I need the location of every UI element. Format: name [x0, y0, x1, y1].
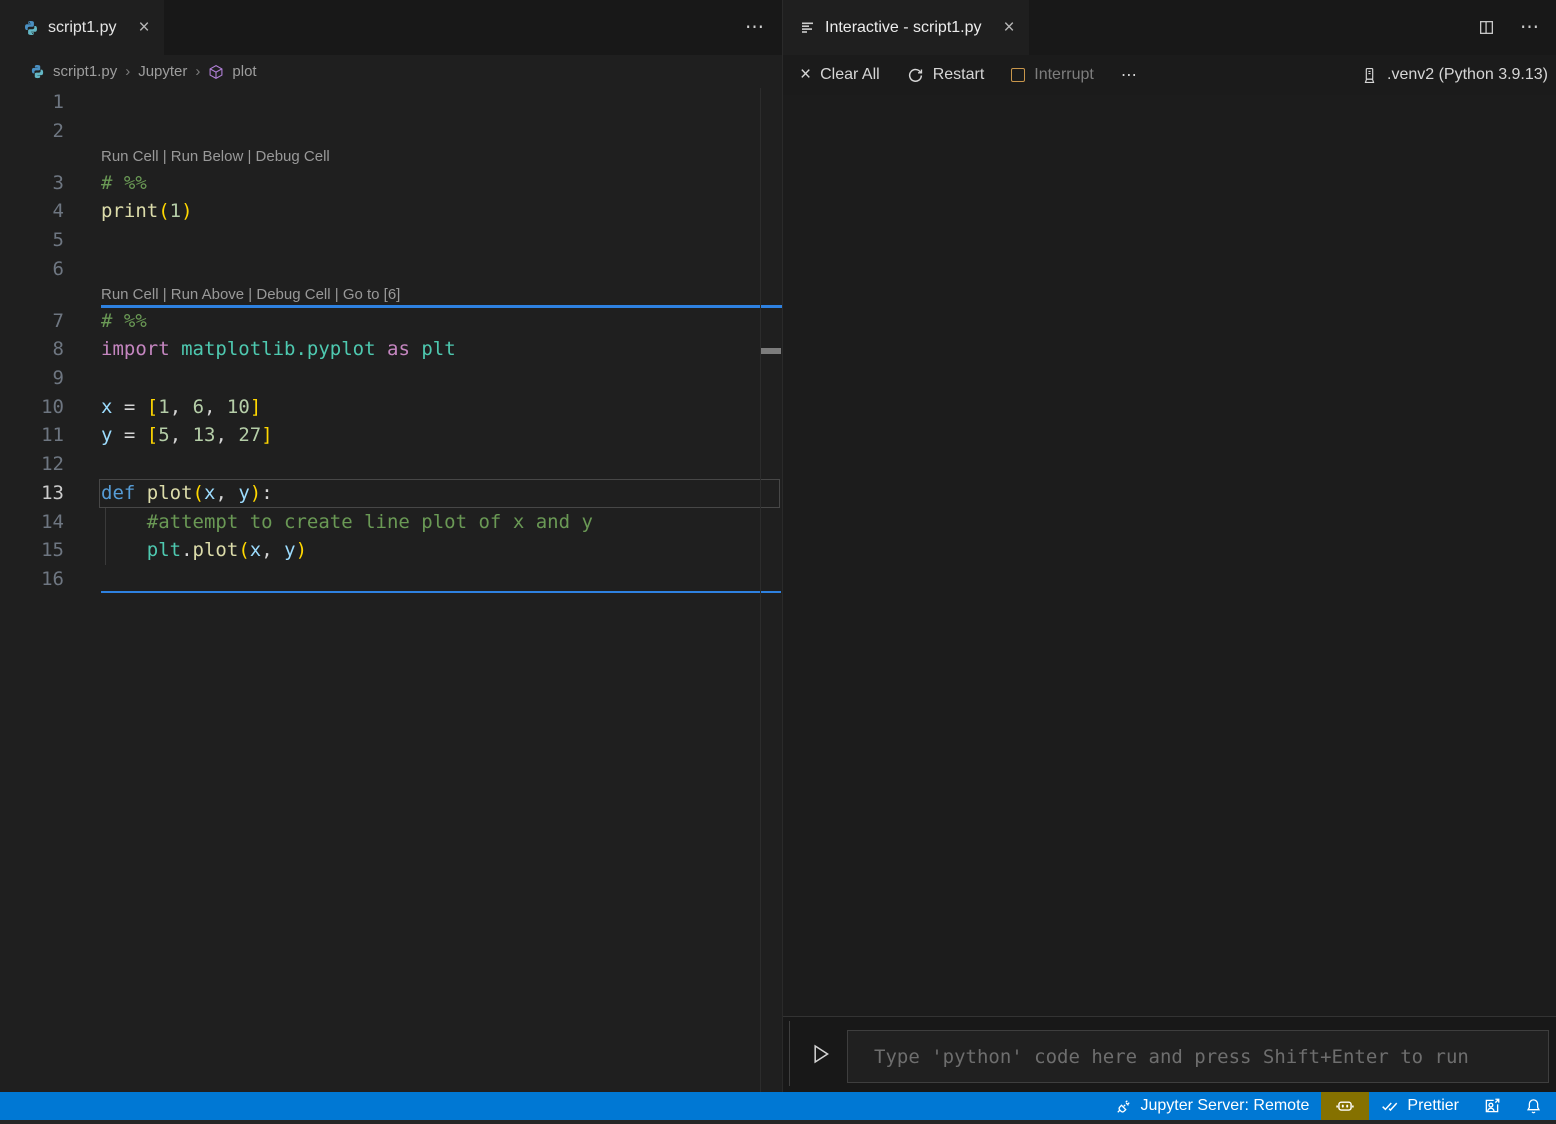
- restart-button[interactable]: Restart: [907, 66, 985, 84]
- code-line[interactable]: 10 x = [1, 6, 10]: [0, 393, 782, 422]
- right-tab-bar: Interactive - script1.py × ⋯: [783, 0, 1556, 55]
- tab-script1[interactable]: script1.py ×: [0, 0, 164, 55]
- restart-icon: [907, 67, 924, 84]
- interactive-history: [783, 95, 1556, 1016]
- line-number: 14: [0, 508, 64, 537]
- code-line[interactable]: 16: [0, 565, 782, 594]
- workbench: script1.py × ⋯ script1.py › Jupyter › pl…: [0, 0, 1556, 1092]
- remote-plug-icon: [1115, 1098, 1132, 1115]
- symbol-method-icon: [208, 64, 224, 80]
- jupyter-server-status[interactable]: Jupyter Server: Remote: [1103, 1092, 1321, 1120]
- breadcrumb-symbol[interactable]: plot: [232, 63, 256, 80]
- code-line[interactable]: 9: [0, 364, 782, 393]
- breadcrumb-file[interactable]: script1.py: [53, 63, 117, 80]
- code-line[interactable]: 2: [0, 117, 782, 146]
- breadcrumb-section[interactable]: Jupyter: [138, 63, 187, 80]
- kernel-picker[interactable]: .venv2 (Python 3.9.13): [1361, 66, 1548, 84]
- line-number: 11: [0, 421, 64, 450]
- line-number: 6: [0, 255, 64, 284]
- code-line[interactable]: 8 import matplotlib.pyplot as plt: [0, 335, 782, 364]
- robot-icon: [1336, 1097, 1354, 1115]
- tab-label: Interactive - script1.py: [825, 19, 982, 37]
- codelens-cell-actions[interactable]: Run Cell | Run Above | Debug Cell | Go t…: [101, 283, 782, 306]
- python-icon: [23, 20, 39, 36]
- code-line[interactable]: 15 plt.plot(x, y): [0, 536, 782, 565]
- close-tab-icon[interactable]: ×: [1004, 18, 1015, 37]
- line-number: 10: [0, 393, 64, 422]
- code-text: # %%: [101, 169, 147, 198]
- code-text: x = [1, 6, 10]: [101, 393, 261, 422]
- code-text: print(1): [101, 197, 193, 226]
- line-number: 7: [0, 307, 64, 336]
- line-number: 4: [0, 197, 64, 226]
- notifications-status[interactable]: [1513, 1092, 1556, 1120]
- feedback-person-icon: [1483, 1097, 1501, 1115]
- line-number: 12: [0, 450, 64, 479]
- run-cell-icon[interactable]: [809, 1041, 831, 1067]
- interactive-pane: Interactive - script1.py × ⋯ × Clear All…: [783, 0, 1556, 1092]
- interactive-window-icon: [800, 20, 816, 36]
- prettier-status[interactable]: Prettier: [1369, 1092, 1471, 1120]
- code-line[interactable]: 14 #attempt to create line plot of x and…: [0, 508, 782, 537]
- interrupt-button[interactable]: Interrupt: [1011, 66, 1094, 84]
- code-line[interactable]: 1: [0, 88, 782, 117]
- editor-more-actions-icon[interactable]: ⋯: [745, 16, 764, 39]
- line-number: 3: [0, 169, 64, 198]
- code-text: plt.plot(x, y): [101, 536, 307, 565]
- line-number: 1: [0, 88, 64, 117]
- clear-icon: ×: [800, 68, 811, 82]
- line-number: 15: [0, 536, 64, 565]
- code-text: import matplotlib.pyplot as plt: [101, 335, 456, 364]
- code-line[interactable]: 13 def plot(x, y):: [0, 479, 782, 508]
- line-number: 9: [0, 364, 64, 393]
- code-text: def plot(x, y):: [101, 479, 273, 508]
- more-actions-icon[interactable]: ⋯: [1520, 16, 1539, 39]
- split-editor-icon[interactable]: [1478, 19, 1495, 36]
- code-line[interactable]: 5: [0, 226, 782, 255]
- bell-icon: [1525, 1098, 1542, 1115]
- window-bottom-edge: [0, 1120, 1556, 1124]
- code-line[interactable]: 3 # %%: [0, 169, 782, 198]
- editor-pane: script1.py × ⋯ script1.py › Jupyter › pl…: [0, 0, 783, 1092]
- code-line[interactable]: 12: [0, 450, 782, 479]
- overview-ruler-marker: [761, 348, 781, 354]
- scrollbar-edge: [760, 88, 761, 1092]
- code-text: # %%: [101, 307, 147, 336]
- breadcrumb-separator: ›: [195, 63, 200, 80]
- breadcrumb: script1.py › Jupyter › plot: [0, 55, 782, 88]
- toolbar-more-button[interactable]: ⋯: [1121, 65, 1137, 85]
- double-check-icon: [1381, 1097, 1399, 1115]
- code-line[interactable]: 6: [0, 255, 782, 284]
- kernel-icon: [1361, 67, 1378, 84]
- code-line[interactable]: 7 # %%: [0, 307, 782, 336]
- cell-focus-bar: [789, 1021, 790, 1086]
- copilot-status-item[interactable]: [1321, 1092, 1369, 1120]
- line-number: 5: [0, 226, 64, 255]
- feedback-status[interactable]: [1471, 1092, 1513, 1120]
- line-number: 16: [0, 565, 64, 594]
- code-input[interactable]: [847, 1030, 1549, 1083]
- status-bar: Jupyter Server: Remote Prettier: [0, 1092, 1556, 1120]
- python-icon: [30, 64, 45, 79]
- tab-label: script1.py: [48, 19, 116, 37]
- clear-all-button[interactable]: × Clear All: [800, 66, 880, 84]
- codelens-cell-actions[interactable]: Run Cell | Run Below | Debug Cell: [101, 145, 782, 168]
- left-tab-bar: script1.py × ⋯: [0, 0, 782, 55]
- code-line[interactable]: 4 print(1): [0, 197, 782, 226]
- interrupt-icon: [1011, 68, 1025, 82]
- line-number: 8: [0, 335, 64, 364]
- code-text: y = [5, 13, 27]: [101, 421, 273, 450]
- line-number: 2: [0, 117, 64, 146]
- code-line[interactable]: 11 y = [5, 13, 27]: [0, 421, 782, 450]
- code-text: #attempt to create line plot of x and y: [101, 508, 593, 537]
- interactive-toolbar: × Clear All Restart Interrupt ⋯ .venv: [783, 55, 1556, 95]
- close-tab-icon[interactable]: ×: [138, 18, 149, 37]
- line-number: 13: [0, 479, 64, 508]
- code-editor[interactable]: 12 Run Cell | Run Below | Debug Cell 3 # %%…: [0, 88, 782, 1092]
- breadcrumb-separator: ›: [125, 63, 130, 80]
- tab-interactive[interactable]: Interactive - script1.py ×: [783, 0, 1029, 55]
- interactive-input-area: [783, 1016, 1556, 1092]
